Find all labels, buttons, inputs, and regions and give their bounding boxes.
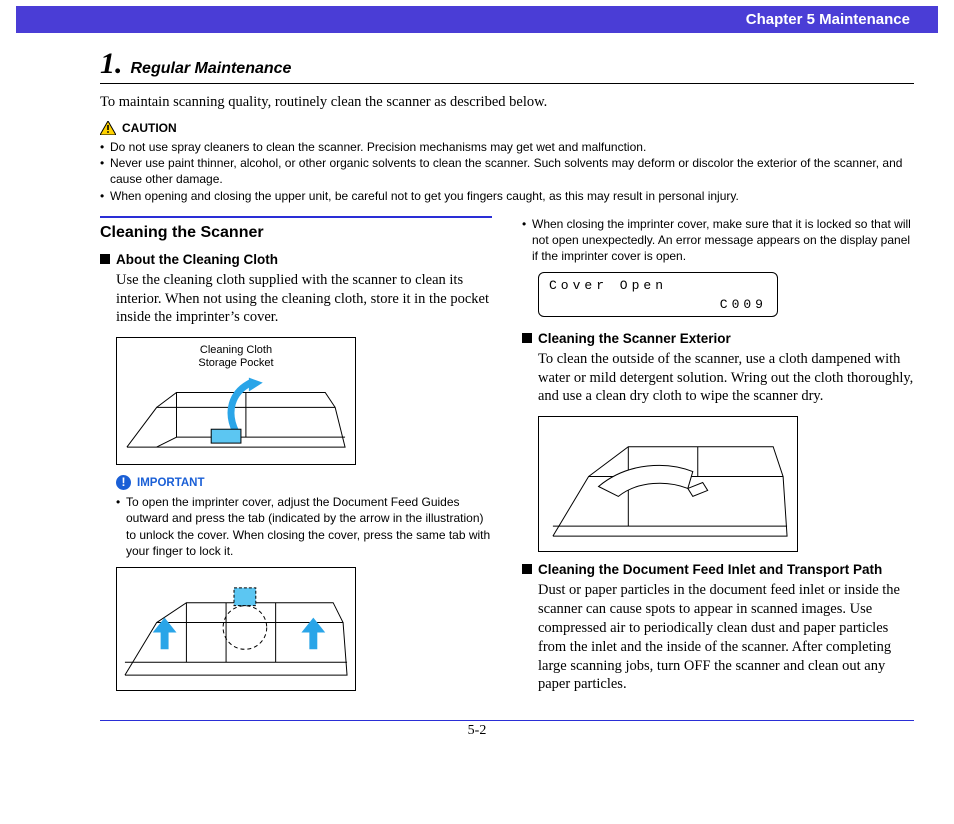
footer-rule — [100, 720, 914, 721]
about-cloth-body: Use the cleaning cloth supplied with the… — [116, 271, 492, 328]
page-body: 1. Regular Maintenance To maintain scann… — [0, 33, 954, 704]
important-list: To open the imprinter cover, adjust the … — [116, 494, 492, 559]
caution-list: Do not use spray cleaners to clean the s… — [100, 139, 914, 204]
square-bullet-icon — [100, 254, 110, 264]
about-cloth-title: About the Cleaning Cloth — [116, 252, 278, 267]
cleaning-scanner-heading: Cleaning the Scanner — [100, 224, 492, 242]
caution-item: Do not use spray cleaners to clean the s… — [100, 139, 914, 155]
important-item: To open the imprinter cover, adjust the … — [116, 494, 492, 559]
caution-header: CAUTION — [100, 121, 914, 135]
figure-cleaning-cloth-pocket: Cleaning Cloth Storage Pocket — [116, 337, 356, 465]
section-title: 1. Regular Maintenance — [100, 47, 914, 84]
figure-imprinter-cover — [116, 567, 356, 691]
cleaning-exterior-heading: Cleaning the Scanner Exterior — [522, 331, 914, 346]
cleaning-exterior-body: To clean the outside of the scanner, use… — [538, 350, 914, 407]
section-number: 1. — [100, 47, 123, 80]
cleaning-feed-title: Cleaning the Document Feed Inlet and Tra… — [538, 562, 882, 577]
display-line-2: C009 — [549, 296, 767, 314]
display-panel: Cover Open C009 — [538, 272, 778, 316]
section-name: Regular Maintenance — [131, 60, 292, 77]
important-header: ! IMPORTANT — [116, 475, 492, 490]
cover-lock-note: When closing the imprinter cover, make s… — [522, 216, 914, 265]
caution-item: When opening and closing the upper unit,… — [100, 188, 914, 204]
important-icon: ! — [116, 475, 131, 490]
left-column: Cleaning the Scanner About the Cleaning … — [100, 216, 492, 705]
chapter-banner: Chapter 5 Maintenance — [16, 6, 938, 33]
square-bullet-icon — [522, 333, 532, 343]
imprinter-cover-illustration — [117, 568, 355, 691]
about-cloth-heading: About the Cleaning Cloth — [100, 252, 492, 267]
caution-label: CAUTION — [122, 121, 177, 135]
wiping-scanner-illustration — [539, 417, 797, 552]
cleaning-exterior-title: Cleaning the Scanner Exterior — [538, 331, 731, 346]
warning-triangle-icon — [100, 121, 116, 135]
cover-lock-note-list: When closing the imprinter cover, make s… — [522, 216, 914, 265]
cleaning-feed-heading: Cleaning the Document Feed Inlet and Tra… — [522, 562, 914, 577]
display-line-1: Cover Open — [549, 277, 767, 295]
square-bullet-icon — [522, 564, 532, 574]
intro-text: To maintain scanning quality, routinely … — [100, 94, 914, 111]
figure-label: Cleaning Cloth Storage Pocket — [117, 344, 355, 370]
figure-wiping-scanner — [538, 416, 798, 552]
right-column: When closing the imprinter cover, make s… — [522, 216, 914, 705]
section-rule — [100, 216, 492, 218]
important-label: IMPORTANT — [137, 477, 205, 489]
page-number: 5-2 — [0, 723, 954, 739]
caution-item: Never use paint thinner, alcohol, or oth… — [100, 155, 914, 187]
cleaning-feed-body: Dust or paper particles in the document … — [538, 581, 914, 694]
